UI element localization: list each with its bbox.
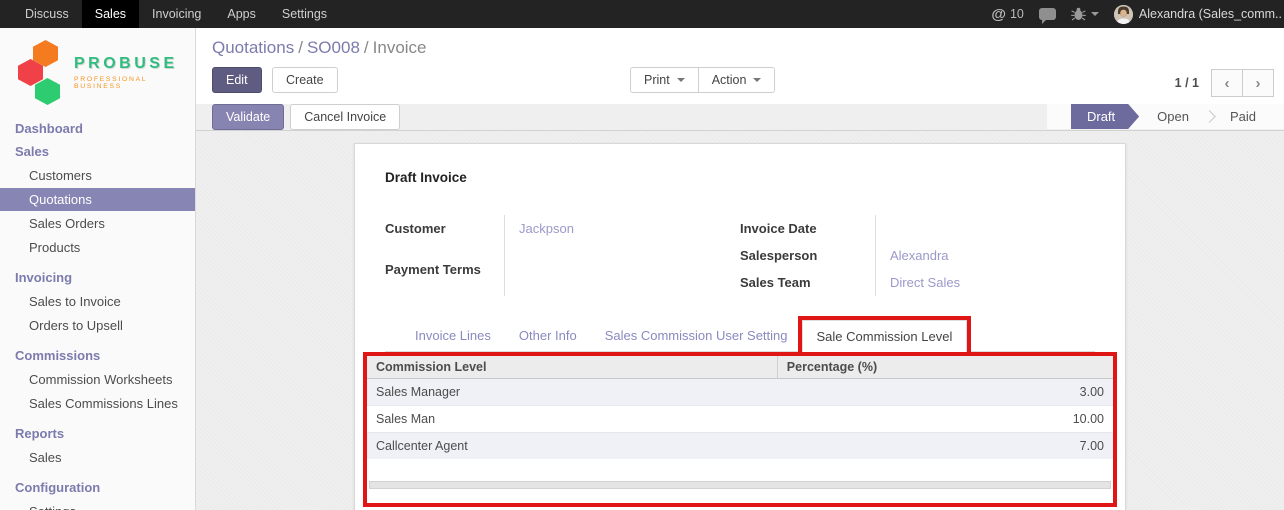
systray: @ 10 <box>991 0 1284 28</box>
sidebar-nav: Dashboard Sales Customers Quotations Sal… <box>0 117 195 510</box>
commission-level-table: Commission Level Percentage (%) Sales Ma… <box>367 356 1113 459</box>
action-dropdown-button[interactable]: Action <box>698 67 776 93</box>
state-open[interactable]: Open <box>1139 104 1207 129</box>
sidebar-item-quotations[interactable]: Quotations <box>0 188 195 211</box>
sidebar-item-settings[interactable]: Settings <box>0 500 195 510</box>
status-states: Draft Open Paid <box>1047 104 1284 129</box>
sidebar-item-products[interactable]: Products <box>0 236 195 259</box>
sidebar-item-sales-to-invoice[interactable]: Sales to Invoice <box>0 290 195 313</box>
menu-apps[interactable]: Apps <box>214 0 269 28</box>
user-menu[interactable]: Alexandra (Sales_comm.. <box>1114 5 1282 24</box>
sales-team-label: Sales Team <box>740 269 876 296</box>
bug-icon <box>1071 7 1086 21</box>
create-button[interactable]: Create <box>272 67 338 93</box>
sidebar-heading-reports[interactable]: Reports <box>0 422 195 445</box>
sidebar-item-sales-report[interactable]: Sales <box>0 446 195 469</box>
caret-down-icon <box>677 78 685 86</box>
menu-invoicing[interactable]: Invoicing <box>139 0 214 28</box>
at-icon: @ <box>991 6 1006 23</box>
column-header-percentage[interactable]: Percentage (%) <box>777 356 1113 379</box>
cell-percentage[interactable]: 3.00 <box>777 379 1113 406</box>
pager-previous-button[interactable]: ‹ <box>1211 69 1243 97</box>
control-panel: Quotations/SO008/Invoice Edit Create Pri… <box>196 28 1284 104</box>
form-view-background: Draft Invoice Customer Jackpson Payment … <box>196 131 1284 510</box>
salesperson-value[interactable]: Alexandra <box>876 242 1095 269</box>
caret-down-icon <box>1091 12 1099 20</box>
tab-invoice-lines[interactable]: Invoice Lines <box>401 320 505 351</box>
payment-terms-value[interactable] <box>505 256 740 297</box>
state-paid[interactable]: Paid <box>1212 104 1274 129</box>
cell-commission-level[interactable]: Sales Man <box>367 406 777 433</box>
top-navbar: Discuss Sales Invoicing Apps Settings @ … <box>0 0 1284 28</box>
salesperson-label: Salesperson <box>740 242 876 269</box>
tab-bar: Invoice Lines Other Info Sales Commissio… <box>385 320 1095 352</box>
app-menus: Discuss Sales Invoicing Apps Settings <box>0 0 340 28</box>
tab-sale-commission-level[interactable]: Sale Commission Level <box>802 320 968 352</box>
tab-sales-commission-user-setting[interactable]: Sales Commission User Setting <box>591 320 802 351</box>
mention-counter[interactable]: @ 10 <box>991 6 1024 23</box>
table-row[interactable]: Callcenter Agent 7.00 <box>367 433 1113 460</box>
cell-commission-level[interactable]: Callcenter Agent <box>367 433 777 460</box>
cell-percentage[interactable]: 7.00 <box>777 433 1113 460</box>
pager-count: 1 / 1 <box>1175 76 1199 90</box>
invoice-date-value[interactable] <box>876 215 1095 242</box>
cell-commission-level[interactable]: Sales Manager <box>367 379 777 406</box>
sidebar-heading-invoicing[interactable]: Invoicing <box>0 266 195 289</box>
invoice-status-title: Draft Invoice <box>385 170 1095 185</box>
sidebar-heading-configuration[interactable]: Configuration <box>0 476 195 499</box>
caret-down-icon <box>753 78 761 86</box>
statusbar: Validate Cancel Invoice Draft Open Paid <box>196 104 1284 131</box>
actions-row: Edit Create Print Action 1 / 1 ‹ › <box>196 60 1284 104</box>
chat-icon[interactable] <box>1039 8 1056 20</box>
horizontal-scrollbar[interactable] <box>369 481 1111 489</box>
breadcrumb-quotations[interactable]: Quotations <box>212 38 294 57</box>
annotation-box: Commission Level Percentage (%) Sales Ma… <box>363 352 1117 507</box>
invoice-fields: Customer Jackpson Payment Terms Invoice … <box>385 215 1095 296</box>
invoice-form-sheet: Draft Invoice Customer Jackpson Payment … <box>354 143 1126 510</box>
print-dropdown-button[interactable]: Print <box>630 67 699 93</box>
column-header-commission-level[interactable]: Commission Level <box>367 356 777 379</box>
tab-other-info[interactable]: Other Info <box>505 320 591 351</box>
breadcrumb-invoice: Invoice <box>373 38 427 57</box>
customer-value[interactable]: Jackpson <box>505 215 740 256</box>
brand-name: PROBUSE <box>74 55 189 73</box>
table-header-row: Commission Level Percentage (%) <box>367 356 1113 379</box>
customer-label: Customer <box>385 215 505 256</box>
company-logo: PROBUSE PROFESSIONAL BUSINESS <box>0 28 195 110</box>
breadcrumb: Quotations/SO008/Invoice <box>196 28 1284 60</box>
action-dropdowns: Print Action <box>630 67 775 93</box>
sales-team-value[interactable]: Direct Sales <box>876 269 1095 296</box>
sidebar-heading-sales[interactable]: Sales <box>0 140 195 163</box>
sidebar-item-sales-orders[interactable]: Sales Orders <box>0 212 195 235</box>
sidebar-heading-commissions[interactable]: Commissions <box>0 344 195 367</box>
menu-discuss[interactable]: Discuss <box>12 0 82 28</box>
edit-button[interactable]: Edit <box>212 67 262 93</box>
pager-next-button[interactable]: › <box>1242 69 1274 97</box>
sidebar-item-orders-to-upsell[interactable]: Orders to Upsell <box>0 314 195 337</box>
table-row[interactable]: Sales Man 10.00 <box>367 406 1113 433</box>
user-name: Alexandra (Sales_comm.. <box>1139 7 1282 21</box>
debug-menu[interactable] <box>1071 7 1099 21</box>
pager: 1 / 1 ‹ › <box>1175 69 1274 97</box>
validate-button[interactable]: Validate <box>212 104 284 130</box>
breadcrumb-so008[interactable]: SO008 <box>307 38 360 57</box>
cancel-invoice-button[interactable]: Cancel Invoice <box>290 104 400 130</box>
sidebar-heading-dashboard[interactable]: Dashboard <box>0 117 195 140</box>
brand-tagline: PROFESSIONAL BUSINESS <box>74 76 189 90</box>
menu-sales[interactable]: Sales <box>82 0 139 28</box>
mention-count: 10 <box>1010 7 1024 21</box>
invoice-date-label: Invoice Date <box>740 215 876 242</box>
notebook: Invoice Lines Other Info Sales Commissio… <box>385 320 1095 352</box>
sidebar-item-commission-worksheets[interactable]: Commission Worksheets <box>0 368 195 391</box>
sidebar-item-customers[interactable]: Customers <box>0 164 195 187</box>
menu-settings[interactable]: Settings <box>269 0 340 28</box>
cell-percentage[interactable]: 10.00 <box>777 406 1113 433</box>
sidebar-item-sales-commissions-lines[interactable]: Sales Commissions Lines <box>0 392 195 415</box>
payment-terms-label: Payment Terms <box>385 256 505 297</box>
table-row[interactable]: Sales Manager 3.00 <box>367 379 1113 406</box>
avatar <box>1114 5 1133 24</box>
sidebar: PROBUSE PROFESSIONAL BUSINESS Dashboard … <box>0 28 196 510</box>
logo-hexagons-icon <box>18 40 70 104</box>
state-draft[interactable]: Draft <box>1071 104 1139 129</box>
